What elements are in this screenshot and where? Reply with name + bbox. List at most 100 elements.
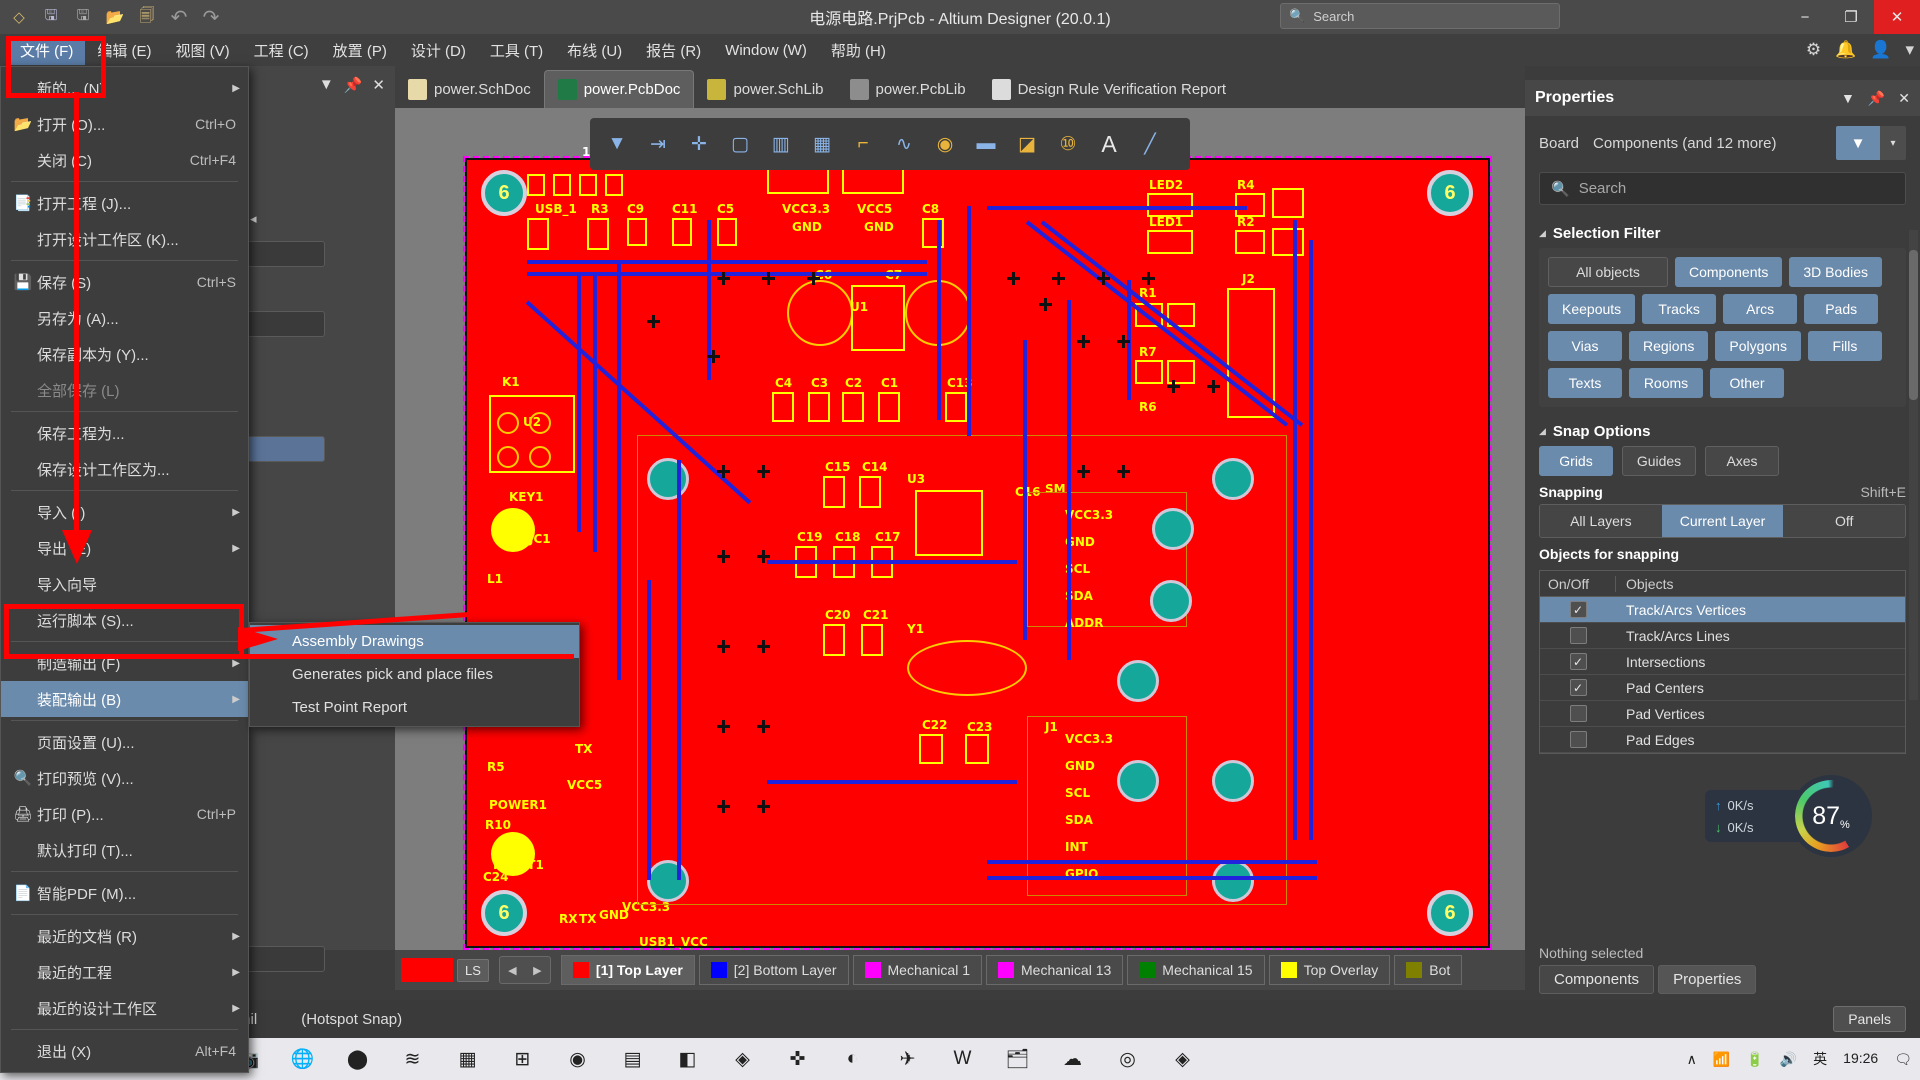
- save-all-icon[interactable]: 🖫: [70, 5, 96, 29]
- snap-object-row-2[interactable]: ✓Intersections: [1540, 649, 1905, 675]
- snap-toggle-axes[interactable]: Axes: [1705, 446, 1779, 476]
- pcb-canvas[interactable]: ▼⇥✛▢▥▦⌐∿◉▬◪⑩A╱ 100% 75% 50% 6 6 6 6 USB_…: [395, 108, 1525, 950]
- open-project-icon[interactable]: 🗐: [134, 5, 160, 29]
- layer-tab-4[interactable]: Mechanical 15: [1127, 955, 1264, 985]
- menu-item-3[interactable]: 工程 (C): [242, 36, 321, 65]
- layer-next-button[interactable]: ▶: [525, 957, 550, 983]
- app-icon-10[interactable]: ◐: [825, 1038, 880, 1080]
- selection-filter-chip-other[interactable]: Other: [1710, 368, 1784, 398]
- snap-object-checkbox[interactable]: ✓: [1570, 653, 1587, 670]
- app-icon-7[interactable]: ▤: [605, 1038, 660, 1080]
- file-menu-item-10[interactable]: 保存设计工作区为...: [1, 451, 248, 487]
- selection-filter-chip-tracks[interactable]: Tracks: [1642, 294, 1716, 324]
- dimension-icon[interactable]: ◪: [1008, 125, 1046, 163]
- selection-filter-chip-keepouts[interactable]: Keepouts: [1548, 294, 1635, 324]
- menu-item-7[interactable]: 布线 (U): [555, 36, 634, 65]
- app-icon-8[interactable]: ◧: [660, 1038, 715, 1080]
- notifications-bell-icon[interactable]: 🔔: [1835, 40, 1856, 60]
- document-tab-0[interactable]: power.SchDoc: [395, 70, 544, 108]
- file-menu-item-23[interactable]: 最近的工程▶: [1, 954, 248, 990]
- file-menu-item-0[interactable]: 新的... (N)▶: [1, 70, 248, 106]
- selection-filter-chip-rooms[interactable]: Rooms: [1629, 368, 1703, 398]
- file-menu-item-22[interactable]: 最近的文档 (R)▶: [1, 918, 248, 954]
- app-icon-3[interactable]: ≋: [385, 1038, 440, 1080]
- layer-tab-2[interactable]: Mechanical 1: [853, 955, 983, 985]
- menu-item-4[interactable]: 放置 (P): [321, 36, 399, 65]
- text-icon[interactable]: A: [1090, 125, 1128, 163]
- layer-set-button[interactable]: LS: [457, 959, 489, 982]
- snap-object-row-1[interactable]: Track/Arcs Lines: [1540, 623, 1905, 649]
- snap-object-checkbox[interactable]: [1570, 627, 1587, 644]
- vscode-icon[interactable]: ◈: [715, 1038, 770, 1080]
- word-icon[interactable]: W: [935, 1038, 990, 1080]
- menu-item-6[interactable]: 工具 (T): [478, 36, 555, 65]
- crosshair-icon[interactable]: ✛: [680, 125, 718, 163]
- file-menu-item-7[interactable]: 保存副本为 (Y)...: [1, 336, 248, 372]
- app-icon-6[interactable]: ◉: [550, 1038, 605, 1080]
- panels-button[interactable]: Panels: [1833, 1006, 1906, 1032]
- selection-filter-chip-3d-bodies[interactable]: 3D Bodies: [1789, 257, 1882, 287]
- app-icon-1[interactable]: 🌐: [275, 1038, 330, 1080]
- filter-dropdown-icon[interactable]: ▾: [1880, 126, 1906, 160]
- layer-tab-6[interactable]: Bot: [1394, 955, 1462, 985]
- app-icon-2[interactable]: ⬤: [330, 1038, 385, 1080]
- snap-toggle-grids[interactable]: Grids: [1539, 446, 1613, 476]
- snap-object-row-0[interactable]: ✓Track/Arcs Vertices: [1540, 597, 1905, 623]
- file-menu-item-19[interactable]: 🖨打印 (P)...Ctrl+P: [1, 796, 248, 832]
- altium-logo-icon[interactable]: ◇: [6, 5, 32, 29]
- snap-object-checkbox[interactable]: ✓: [1570, 679, 1587, 696]
- selection-filter-section-header[interactable]: ◢ Selection Filter: [1525, 215, 1920, 248]
- file-menu-item-6[interactable]: 另存为 (A)...: [1, 300, 248, 336]
- align-icon[interactable]: ▥: [762, 125, 800, 163]
- ime-icon[interactable]: 英: [1813, 1049, 1827, 1069]
- snap-object-row-4[interactable]: Pad Vertices: [1540, 701, 1905, 727]
- layer-tab-5[interactable]: Top Overlay: [1269, 955, 1391, 985]
- telegram-icon[interactable]: ✈: [880, 1038, 935, 1080]
- selection-filter-chip-components[interactable]: Components: [1675, 257, 1782, 287]
- panel-tab-components[interactable]: Components: [1539, 965, 1654, 994]
- document-tab-4[interactable]: Design Rule Verification Report: [979, 70, 1239, 108]
- selection-filter-chip-vias[interactable]: Vias: [1548, 331, 1622, 361]
- line-icon[interactable]: ╱: [1131, 125, 1169, 163]
- app-icon-5[interactable]: ⊞: [495, 1038, 550, 1080]
- file-menu-item-18[interactable]: 🔍打印预览 (V)...: [1, 760, 248, 796]
- close-button[interactable]: ✕: [1874, 0, 1920, 34]
- polygon-pour-icon[interactable]: ▬: [967, 125, 1005, 163]
- selection-filter-chip-all-objects[interactable]: All objects: [1548, 257, 1668, 287]
- network-icon[interactable]: 📶: [1713, 1051, 1730, 1068]
- file-menu-item-25[interactable]: 退出 (X)Alt+F4: [1, 1033, 248, 1069]
- assembly-submenu-item-1[interactable]: Generates pick and place files: [250, 658, 579, 691]
- menu-item-9[interactable]: Window (W): [713, 38, 819, 63]
- file-menu-item-2[interactable]: 关闭 (C)Ctrl+F4: [1, 142, 248, 178]
- cpu-usage-gauge[interactable]: 87 %: [1790, 775, 1872, 857]
- menu-item-1[interactable]: 编辑 (E): [85, 36, 163, 65]
- snap-object-checkbox[interactable]: [1570, 731, 1587, 748]
- filter-icon[interactable]: ▼: [598, 125, 636, 163]
- file-menu-item-21[interactable]: 📄智能PDF (M)...: [1, 875, 248, 911]
- filter-funnel-icon[interactable]: ▼: [1836, 126, 1880, 160]
- file-menu-item-14[interactable]: 运行脚本 (S)...: [1, 602, 248, 638]
- properties-scrollbar[interactable]: [1909, 230, 1918, 700]
- pin-icon[interactable]: 📌: [344, 76, 363, 94]
- app-icon-11[interactable]: ☁: [1045, 1038, 1100, 1080]
- layer-tab-1[interactable]: [2] Bottom Layer: [699, 955, 849, 985]
- chrome-icon[interactable]: ◎: [1100, 1038, 1155, 1080]
- selection-filter-chip-texts[interactable]: Texts: [1548, 368, 1622, 398]
- pcb-board[interactable]: 100% 75% 50% 6 6 6 6 USB_1 R3 C9 C11 C5 …: [465, 158, 1490, 948]
- document-tab-1[interactable]: power.PcbDoc: [544, 70, 695, 108]
- active-layer-color-swatch[interactable]: [401, 958, 453, 982]
- menu-item-5[interactable]: 设计 (D): [399, 36, 478, 65]
- cross-probe-icon[interactable]: ⇥: [639, 125, 677, 163]
- menu-item-8[interactable]: 报告 (R): [634, 36, 713, 65]
- file-menu-item-8[interactable]: 全部保存 (L): [1, 372, 248, 408]
- close-icon[interactable]: ✕: [372, 76, 385, 94]
- file-menu-item-4[interactable]: 打开设计工作区 (K)...: [1, 221, 248, 257]
- assembly-submenu-item-2[interactable]: Test Point Report: [250, 691, 579, 724]
- snapping-segment-all-layers[interactable]: All Layers: [1540, 505, 1662, 537]
- selection-filter-chip-polygons[interactable]: Polygons: [1715, 331, 1801, 361]
- minimize-button[interactable]: −: [1782, 0, 1828, 34]
- file-menu-item-5[interactable]: 💾保存 (S)Ctrl+S: [1, 264, 248, 300]
- battery-icon[interactable]: 🔋: [1746, 1051, 1763, 1068]
- measure-icon[interactable]: ⑩: [1049, 125, 1087, 163]
- chevron-down-icon[interactable]: ▼: [319, 76, 334, 94]
